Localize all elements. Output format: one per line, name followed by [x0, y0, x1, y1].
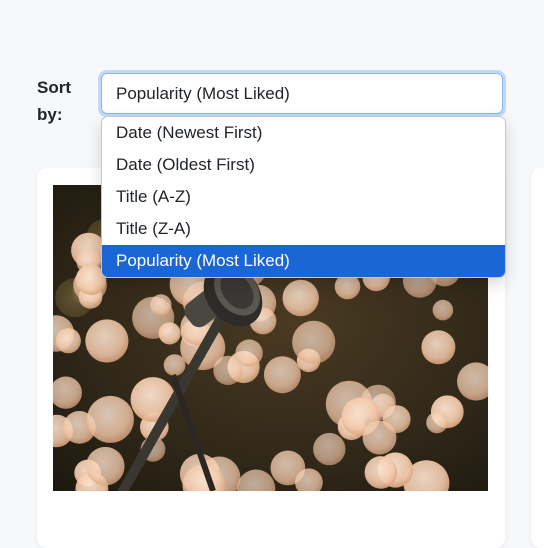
sort-option-popularity[interactable]: Popularity (Most Liked) — [102, 245, 505, 277]
sort-option-date-oldest[interactable]: Date (Oldest First) — [102, 149, 505, 181]
sort-select[interactable]: Popularity (Most Liked) — [101, 73, 503, 114]
sort-label: Sort by: — [37, 78, 71, 124]
sort-option-title-desc[interactable]: Title (Z-A) — [102, 213, 505, 245]
sort-option-date-newest[interactable]: Date (Newest First) — [102, 117, 505, 149]
sort-option-title-asc[interactable]: Title (A-Z) — [102, 181, 505, 213]
sort-options-list[interactable]: Date (Newest First) Date (Oldest First) … — [101, 116, 506, 278]
post-card-next — [531, 168, 544, 548]
